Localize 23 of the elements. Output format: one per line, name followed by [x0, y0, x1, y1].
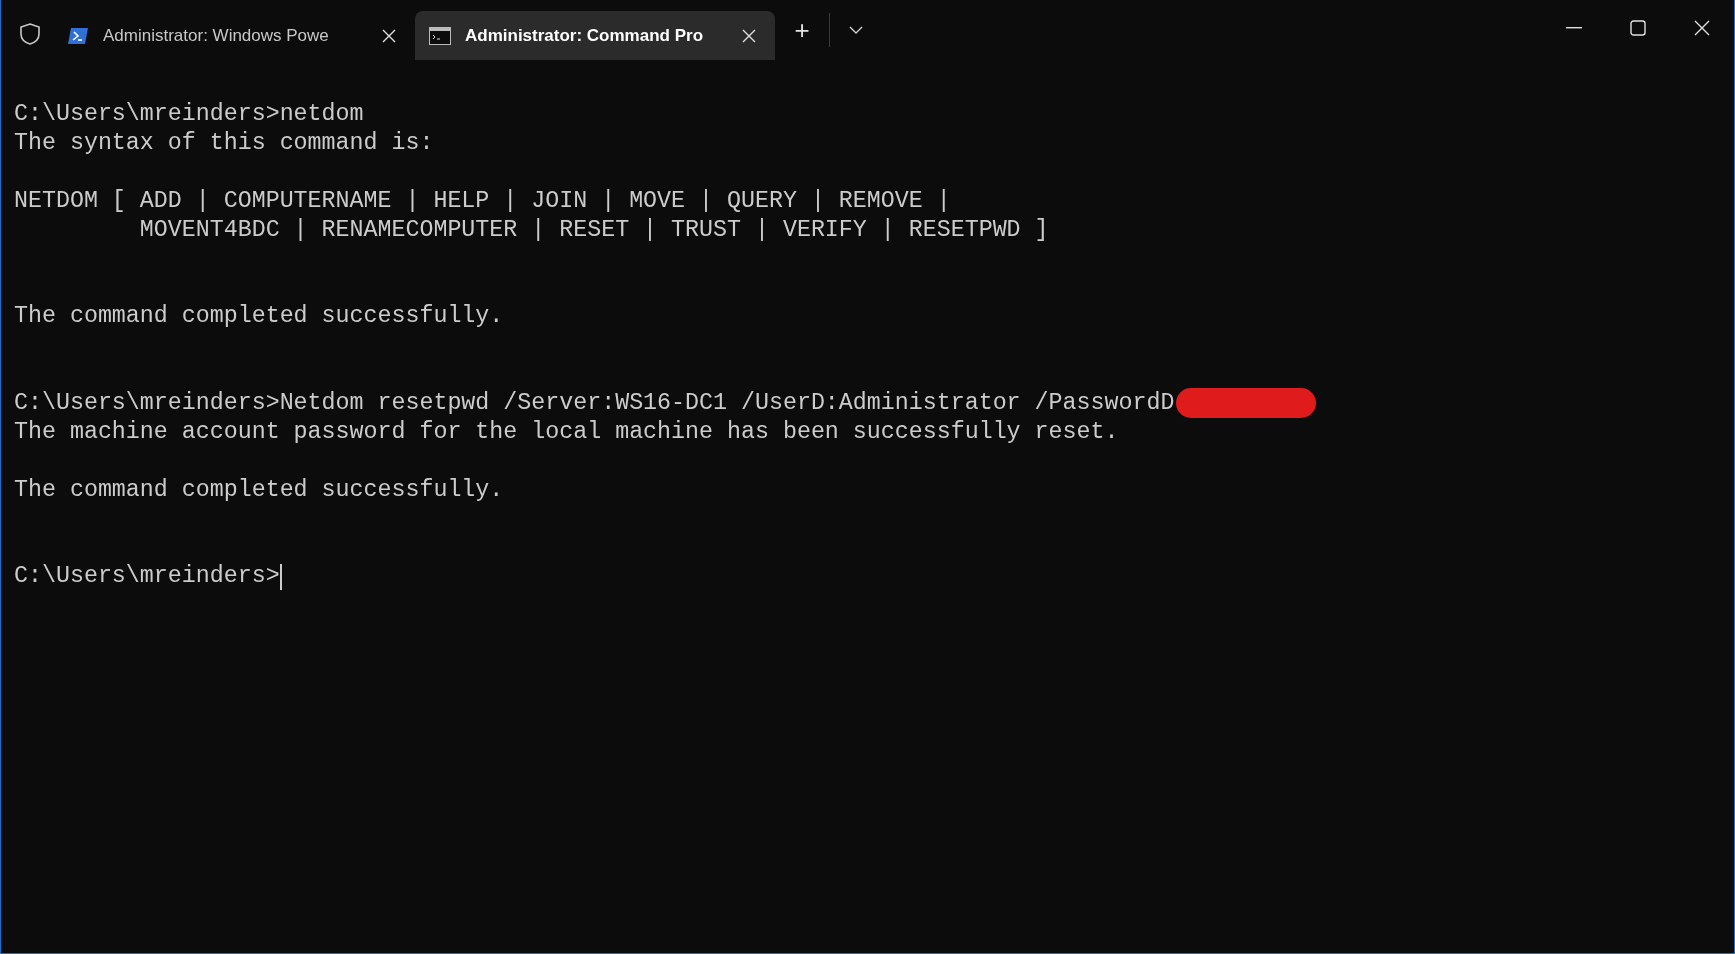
- close-icon: [382, 28, 396, 43]
- terminal-line: NETDOM [ ADD | COMPUTERNAME | HELP | JOIN | MOVE | QUERY | REMOVE |: [14, 186, 951, 216]
- tab-title: Administrator: Command Pro: [465, 24, 705, 47]
- terminal-line: MOVENT4BDC | RENAMECOMPUTER | RESET | TRUST | VERIFY | RESETPWD ]: [138, 215, 1049, 245]
- shield-icon[interactable]: [19, 22, 41, 46]
- new-tab-button[interactable]: +: [775, 7, 829, 53]
- terminal-prompt-icon: [67, 26, 89, 45]
- terminal-line: C:\Users\mreinders>netdom: [14, 100, 364, 129]
- chevron-down-icon: [849, 26, 863, 34]
- maximize-icon: [1630, 20, 1646, 36]
- terminal-line: C:\Users\mreinders>Netdom resetpwd /Server:WS16-DC1 /UserD:Administrator /PasswordD: [14, 388, 1175, 418]
- tab[interactable]: Administrator: Windows Powe: [59, 11, 415, 60]
- close-icon: [742, 28, 756, 43]
- tab-title: Administrator: Windows Powe: [103, 24, 330, 47]
- terminal-line: The command completed successfully.: [14, 475, 504, 505]
- minimize-icon: [1566, 27, 1582, 29]
- terminal-line: C:\Users\mreinders>: [14, 562, 280, 592]
- terminal-line: The command completed successfully.: [14, 302, 504, 332]
- close-icon: [1694, 20, 1710, 36]
- terminal-line: The syntax of this command is:: [14, 128, 434, 158]
- terminal-line: The machine account password for the local machine has been successfully reset.: [14, 417, 1119, 447]
- tab[interactable]: Administrator: Command Pro: [415, 11, 775, 60]
- console-window-icon: [429, 26, 451, 45]
